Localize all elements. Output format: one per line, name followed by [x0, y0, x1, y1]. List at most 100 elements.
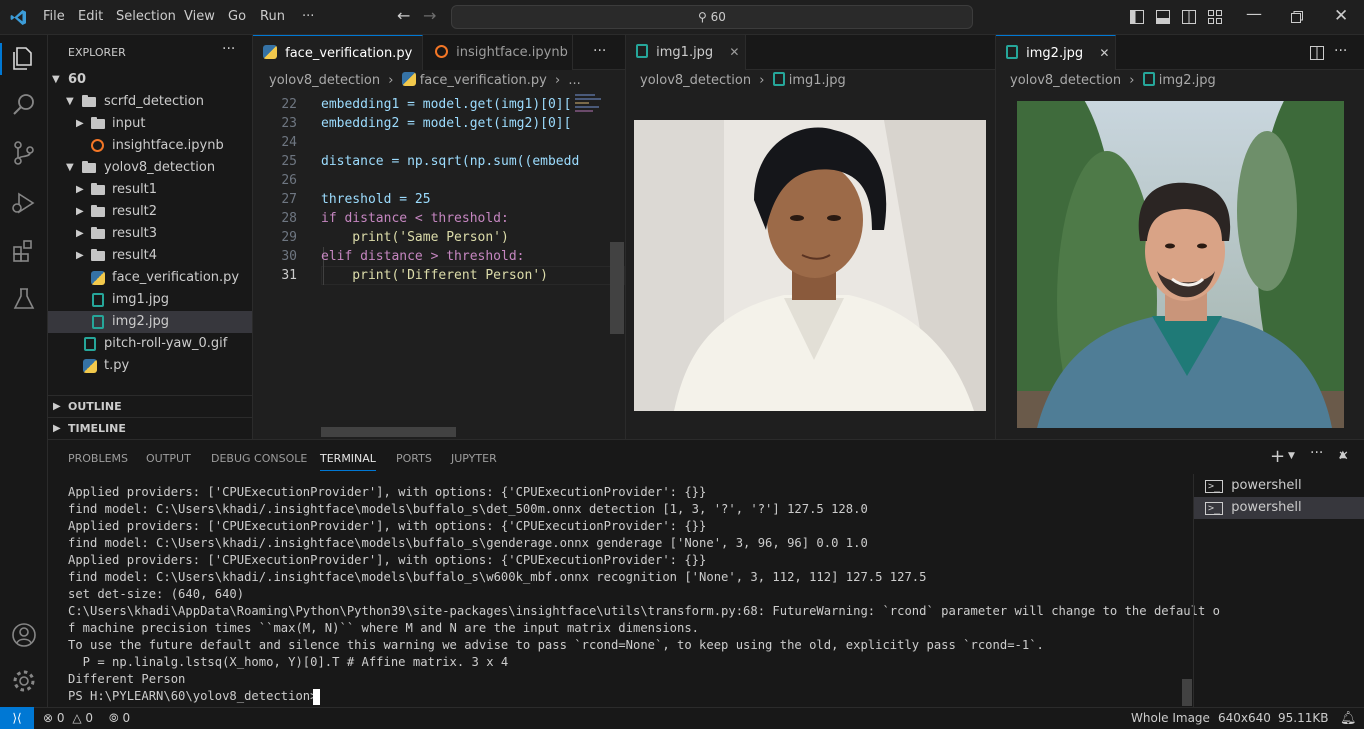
breadcrumb-folder[interactable]: yolov8_detection [269, 73, 380, 88]
tree-item-result3[interactable]: ▶ result3 [48, 223, 252, 245]
tree-item-input[interactable]: ▶ input [48, 113, 252, 135]
line-number-current: 31 [281, 268, 297, 283]
status-bar: ⟩⟨ ⊗ 0 △ 0 ⦾ 0 Whole Image 640x640 95.11… [0, 707, 1364, 729]
menu-run[interactable]: Run [260, 9, 285, 24]
image-dimensions: 640x640 [1218, 711, 1271, 725]
menu-file[interactable]: File [43, 9, 65, 24]
panel-tab-jupyter[interactable]: JUPYTER [451, 452, 497, 465]
tree-item-result4[interactable]: ▶ result4 [48, 245, 252, 267]
tree-item-face-verification-py[interactable]: face_verification.py [48, 267, 252, 289]
tree-item-pitch-roll-yaw-gif[interactable]: pitch-roll-yaw_0.gif [48, 333, 252, 355]
terminal-instance-2[interactable]: >_ powershell [1194, 497, 1364, 519]
settings-gear-icon[interactable] [8, 665, 40, 697]
panel-tab-terminal[interactable]: TERMINAL [320, 452, 376, 471]
breadcrumb: yolov8_detection › img2.jpg [996, 70, 1364, 92]
command-center-search[interactable]: ⚲ 60 [451, 5, 973, 29]
tab-img2-jpg[interactable]: img2.jpg ✕ [996, 35, 1116, 70]
timeline-section[interactable]: ▶ TIMELINE [48, 417, 252, 439]
timeline-label: TIMELINE [68, 422, 126, 435]
close-window-icon[interactable]: ✕ [1334, 6, 1348, 26]
explorer-icon[interactable] [8, 43, 40, 75]
image-preview-img2[interactable] [1017, 101, 1344, 428]
terminal-cursor [313, 689, 320, 705]
source-control-icon[interactable] [8, 137, 40, 169]
forward-arrow-icon[interactable]: → [423, 6, 436, 25]
errors-status[interactable]: ⊗ 0 △ 0 [43, 708, 93, 729]
ports-status[interactable]: ⦾ 0 [109, 708, 130, 729]
menu-selection[interactable]: Selection [116, 9, 176, 24]
panel-tab-output[interactable]: OUTPUT [146, 452, 191, 465]
chevron-right-icon: ▶ [76, 250, 84, 261]
split-editor-icon[interactable] [1310, 46, 1324, 60]
extensions-icon[interactable] [8, 235, 40, 267]
close-tab-icon[interactable]: ✕ [1099, 46, 1109, 60]
tab-img1-jpg[interactable]: img1.jpg ✕ [626, 35, 746, 70]
toggle-secondary-sidebar-icon[interactable] [1182, 10, 1196, 24]
panel-tab-debug-console[interactable]: DEBUG CONSOLE [211, 452, 307, 465]
menu-more[interactable]: ··· [302, 9, 314, 24]
terminal-line: find model: C:\Users\khadi/.insightface\… [68, 502, 868, 516]
panel-more-icon[interactable]: ··· [1310, 445, 1323, 461]
python-file-icon [83, 359, 97, 373]
search-icon: ⚲ [698, 10, 707, 24]
menu-go[interactable]: Go [228, 9, 246, 24]
back-arrow-icon[interactable]: ← [397, 6, 410, 25]
minimap[interactable] [575, 92, 611, 116]
breadcrumb-file[interactable]: img1.jpg [789, 73, 846, 88]
terminal-scrollbar[interactable] [1182, 679, 1192, 706]
vertical-scrollbar[interactable] [610, 242, 624, 334]
outline-section[interactable]: ▶ OUTLINE [48, 395, 252, 417]
chevron-down-icon[interactable]: ▼ [1288, 451, 1295, 461]
toggle-panel-icon[interactable] [1156, 10, 1170, 24]
line-number: 29 [281, 230, 297, 245]
testing-flask-icon[interactable] [8, 283, 40, 315]
terminal-instance-1[interactable]: >_ powershell [1194, 475, 1364, 497]
tab-face-verification-py[interactable]: face_verification.py [253, 35, 423, 70]
line-number: 30 [281, 249, 297, 264]
breadcrumb-folder[interactable]: yolov8_detection [640, 73, 751, 88]
tab-insightface-ipynb[interactable]: insightface.ipynb [423, 35, 573, 70]
breadcrumb-symbol[interactable]: ... [568, 73, 580, 88]
breadcrumb-file[interactable]: face_verification.py [420, 73, 547, 88]
editor-more-icon[interactable]: ··· [1334, 43, 1347, 59]
notifications-bell-icon[interactable]: 🔔︎ [1340, 708, 1357, 729]
account-icon[interactable] [8, 619, 40, 651]
image-view-mode[interactable]: Whole Image [1131, 708, 1210, 729]
toggle-sidebar-icon[interactable] [1130, 10, 1144, 24]
image-preview-img1[interactable] [634, 120, 986, 411]
breadcrumb-file[interactable]: img2.jpg [1159, 73, 1216, 88]
editor-more-icon[interactable]: ··· [593, 43, 606, 59]
search-icon[interactable] [8, 89, 40, 121]
menu-edit[interactable]: Edit [78, 9, 103, 24]
folder-icon [91, 205, 105, 217]
menu-view[interactable]: View [184, 9, 215, 24]
tree-root-folder[interactable]: ▼ 60 [48, 69, 252, 91]
tree-item-insightface-ipynb[interactable]: insightface.ipynb [48, 135, 252, 157]
customize-layout-icon[interactable] [1208, 10, 1222, 24]
tree-item-img2-jpg[interactable]: img2.jpg [48, 311, 252, 333]
tree-item-t-py[interactable]: t.py [48, 355, 252, 377]
run-debug-icon[interactable] [8, 187, 40, 219]
terminal[interactable]: Applied providers: ['CPUExecutionProvide… [48, 474, 1220, 708]
close-tab-icon[interactable]: ✕ [729, 45, 739, 59]
horizontal-scrollbar[interactable] [321, 427, 456, 437]
breadcrumb-folder[interactable]: yolov8_detection [1010, 73, 1121, 88]
minimize-icon[interactable]: — [1246, 4, 1262, 23]
tree-item-result2[interactable]: ▶ result2 [48, 201, 252, 223]
image-file-icon [1142, 72, 1155, 86]
panel-tab-ports[interactable]: PORTS [396, 452, 432, 465]
tree-item-img1-jpg[interactable]: img1.jpg [48, 289, 252, 311]
folder-icon [91, 117, 105, 129]
new-terminal-plus-icon[interactable]: + [1270, 446, 1285, 467]
panel-tab-problems[interactable]: PROBLEMS [68, 452, 128, 465]
close-icon[interactable]: ✕ [1338, 449, 1349, 464]
code-editor[interactable]: 22 23 24 25 26 27 28 29 30 31 embedding1… [253, 92, 625, 438]
tree-item-yolov8-detection[interactable]: ▼ yolov8_detection [48, 157, 252, 179]
remote-indicator-icon[interactable]: ⟩⟨ [0, 707, 34, 729]
tree-item-result1[interactable]: ▶ result1 [48, 179, 252, 201]
terminal-line: f machine precision times ``max(M, N)`` … [68, 621, 700, 635]
tree-item-scrfd-detection[interactable]: ▼ scrfd_detection [48, 91, 252, 113]
chevron-right-icon: › [388, 73, 394, 88]
restore-icon[interactable] [1291, 11, 1303, 23]
explorer-more-icon[interactable]: ··· [222, 41, 235, 57]
